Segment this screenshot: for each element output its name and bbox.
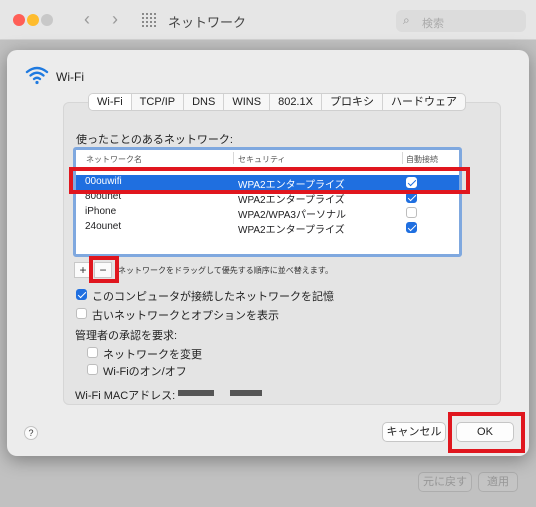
tab-hardware[interactable]: ハードウェア [383, 94, 465, 110]
column-header-auto-join[interactable]: 自動接続 [406, 154, 438, 165]
auto-join-checkbox[interactable] [406, 207, 417, 218]
network-security: WPA2エンタープライズ [238, 195, 345, 206]
wifi-icon [25, 66, 49, 85]
network-row-24ounet[interactable]: 24ounet WPA2エンタープライズ [76, 220, 459, 236]
admin-wifi-toggle-label: Wi-Fiのオン/オフ [103, 366, 187, 378]
show-all-grid-icon[interactable] [142, 13, 156, 27]
cancel-button[interactable]: キャンセル [382, 422, 446, 442]
auto-join-checkbox[interactable] [406, 192, 417, 203]
admin-approval-label: 管理者の承認を要求: [75, 330, 178, 342]
close-window-button[interactable] [13, 14, 25, 26]
auto-join-checkbox[interactable] [406, 222, 417, 233]
network-security: WPA2エンタープライズ [238, 225, 345, 236]
tab-proxy[interactable]: プロキシ [322, 94, 383, 110]
network-row-80ounet[interactable]: 80ounet WPA2エンタープライズ [76, 190, 459, 206]
admin-change-network-checkbox[interactable] [87, 347, 98, 358]
column-separator [233, 152, 234, 164]
mac-address-label: Wi-Fi MACアドレス: [75, 390, 176, 402]
tab-dns[interactable]: DNS [184, 94, 225, 110]
network-name: 80ounet [85, 191, 122, 202]
search-placeholder: 検索 [422, 18, 444, 30]
forward-arrow-icon[interactable]: › [112, 9, 118, 30]
ok-button[interactable]: OK [456, 422, 514, 442]
search-icon: ⌕ [403, 13, 410, 27]
help-button[interactable]: ? [24, 426, 38, 440]
network-name: 24ounet [85, 221, 122, 232]
auto-join-checkbox[interactable] [406, 177, 417, 188]
zoom-window-button[interactable] [41, 14, 53, 26]
minimize-window-button[interactable] [27, 14, 39, 26]
admin-change-network-label: ネットワークを変更 [103, 349, 202, 361]
tab-wins[interactable]: WINS [224, 94, 271, 110]
search-input[interactable]: ⌕ 検索 [396, 10, 526, 32]
network-security: WPA2エンタープライズ [238, 180, 345, 191]
remove-network-button[interactable]: − [94, 262, 112, 278]
sheet-title: Wi-Fi [56, 70, 84, 84]
network-name: iPhone [85, 206, 117, 217]
network-row-iphone[interactable]: iPhone WPA2/WPA3パーソナル [76, 205, 459, 221]
network-security: WPA2/WPA3パーソナル [238, 210, 346, 221]
legacy-networks-label: 古いネットワークとオプションを表示 [92, 310, 279, 322]
tab-bar: Wi-Fi TCP/IP DNS WINS 802.1X プロキシ ハードウェア [88, 93, 466, 111]
back-arrow-icon[interactable]: ‹ [84, 9, 90, 30]
preferred-networks-table[interactable]: ネットワーク名 セキュリティ 自動接続 00ouwifi WPA2エンタープライ… [73, 147, 462, 257]
network-row-00ouwifi[interactable]: 00ouwifi WPA2エンタープライズ [76, 175, 459, 191]
admin-wifi-toggle-checkbox[interactable] [87, 364, 98, 375]
window-title: ネットワーク [168, 15, 247, 30]
legacy-networks-checkbox[interactable] [76, 308, 87, 319]
redacted-mac-address [178, 390, 214, 396]
column-separator [402, 152, 403, 164]
drag-reorder-hint: ネットワークをドラッグして優先する順序に並べ替えます。 [118, 266, 333, 275]
preferred-networks-label: 使ったことのあるネットワーク: [76, 134, 233, 146]
column-header-security[interactable]: セキュリティ [238, 154, 286, 165]
titlebar: ‹ › ネットワーク ⌕ 検索 [0, 0, 536, 40]
redacted-mac-address [230, 390, 262, 396]
remember-networks-checkbox[interactable] [76, 289, 87, 300]
tab-wifi[interactable]: Wi-Fi [89, 94, 132, 110]
remember-networks-label: このコンピュータが接続したネットワークを記憶 [92, 291, 334, 303]
add-network-button[interactable]: + [74, 262, 92, 278]
network-name: 00ouwifi [85, 176, 122, 187]
column-header-network-name[interactable]: ネットワーク名 [86, 154, 142, 165]
tab-tcpip[interactable]: TCP/IP [132, 94, 185, 110]
tab-8021x[interactable]: 802.1X [270, 94, 322, 110]
